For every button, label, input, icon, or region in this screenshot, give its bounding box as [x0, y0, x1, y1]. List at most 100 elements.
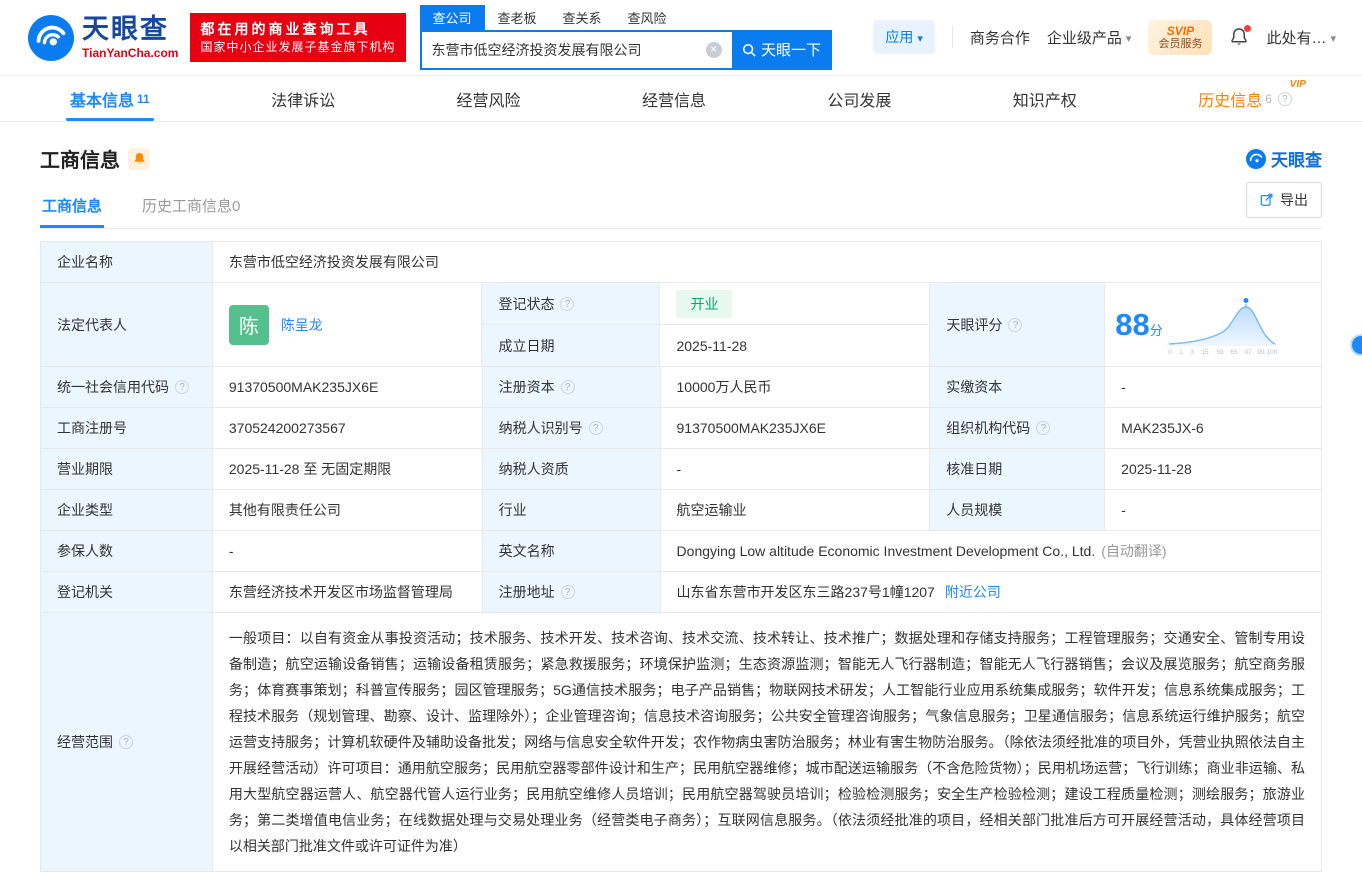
help-icon[interactable]	[1036, 421, 1051, 435]
business-cooperation-link[interactable]: 商务合作	[970, 27, 1030, 48]
label-text: 注册资本	[498, 379, 555, 395]
nearby-companies-link[interactable]: 附近公司	[945, 582, 1001, 602]
field-label-reg-capital: 注册资本	[482, 367, 661, 408]
logo-domain: TianYanCha.com	[82, 45, 179, 60]
label-text: 登记状态	[498, 295, 555, 312]
header: 天眼查 TianYanCha.com 都在用的商业查询工具 国家中小企业发展子基…	[0, 0, 1362, 76]
table-row: 企业类型 其他有限责任公司 行业 航空运输业 人员规模 -	[41, 490, 1322, 531]
svip-sublabel: 会员服务	[1158, 38, 1203, 51]
table-row: 法定代表人 陈 陈呈龙 登记状态 开业 成立日期 2025-11-28	[41, 283, 1322, 367]
field-value-org-code: MAK235JX-6	[1105, 408, 1322, 449]
field-label-approval-date: 核准日期	[930, 449, 1106, 490]
notifications-button[interactable]	[1229, 25, 1252, 47]
help-icon[interactable]	[560, 585, 575, 599]
export-label: 导出	[1280, 192, 1308, 208]
help-icon[interactable]	[175, 380, 189, 394]
enterprise-products-link[interactable]: 企业级产品	[1047, 27, 1132, 48]
notification-dot	[1244, 25, 1252, 33]
apps-label: 应用	[885, 29, 914, 46]
field-label-taxpayer-quality: 纳税人资质	[482, 449, 661, 490]
tab-history-info[interactable]: VIP 历史信息 6	[1190, 76, 1306, 121]
field-label-org-code: 组织机构代码	[930, 408, 1106, 449]
svip-member-button[interactable]: SVIP 会员服务	[1148, 19, 1213, 56]
tab-operating-info[interactable]: 经营信息	[634, 76, 714, 121]
svg-text:99: 99	[1257, 349, 1265, 356]
tianyancha-logo[interactable]: 天眼查 TianYanCha.com	[28, 13, 179, 61]
tab-label: 经营信息	[641, 92, 706, 110]
field-value-insured: -	[212, 531, 483, 572]
label-text: 统一社会信用代码	[57, 379, 169, 395]
search-input[interactable]	[421, 41, 696, 58]
tab-company-development[interactable]: 公司发展	[819, 76, 899, 121]
field-value-credit-code: 91370500MAK235JX6E	[212, 367, 483, 408]
svg-text:15: 15	[1201, 349, 1209, 356]
field-value-establish-date: 2025-11-28	[660, 325, 931, 367]
export-icon	[1260, 193, 1273, 206]
tab-basic-info[interactable]: 基本信息 11	[62, 76, 158, 121]
floating-widget[interactable]	[1350, 334, 1362, 356]
subtab-business-info[interactable]: 工商信息	[40, 189, 105, 228]
export-button[interactable]: 导出	[1246, 182, 1322, 218]
tab-legal-proceedings[interactable]: 法律诉讼	[263, 76, 343, 121]
field-value-reg-number: 370524200273567	[212, 408, 483, 449]
logo-cn: 天眼查	[82, 13, 169, 44]
tab-count: 11	[137, 91, 150, 106]
help-icon[interactable]	[560, 380, 575, 394]
field-label-credit-code: 统一社会信用代码	[41, 367, 213, 408]
search-tab-risk[interactable]: 查风险	[615, 5, 680, 30]
table-row: 参保人数 - 英文名称 Dongying Low altitude Econom…	[41, 531, 1322, 572]
search-box: 天眼一下	[419, 29, 832, 70]
english-name-text: Dongying Low altitude Economic Investmen…	[676, 543, 1096, 559]
help-icon[interactable]	[560, 296, 575, 311]
search-button[interactable]: 天眼一下	[731, 29, 832, 70]
tianyancha-logo-icon	[28, 14, 74, 61]
label-text: 组织机构代码	[946, 420, 1031, 436]
top-nav: 应用 商务合作 企业级产品 SVIP 会员服务 此处有…	[873, 19, 1336, 56]
field-label-scope: 经营范围	[41, 613, 213, 872]
divider	[951, 26, 953, 49]
table-row: 经营范围 一般项目：以自有资金从事投资活动；技术服务、技术开发、技术咨询、技术交…	[41, 613, 1322, 872]
chevron-down-icon	[1330, 29, 1336, 46]
tab-label: 基本信息	[70, 92, 135, 110]
table-row: 登记状态 开业	[482, 283, 931, 325]
legal-rep-link[interactable]: 陈呈龙	[281, 315, 323, 335]
search-area: 查公司 查老板 查关系 查风险 天眼一下	[419, 4, 832, 70]
tab-label: 历史信息	[1198, 92, 1263, 110]
field-label-legal-rep: 法定代表人	[41, 283, 213, 367]
search-tab-company[interactable]: 查公司	[419, 4, 485, 30]
svg-text:50: 50	[1216, 349, 1224, 356]
tab-label: 法律诉讼	[271, 92, 336, 110]
field-label-address: 注册地址	[482, 572, 661, 613]
field-value-company-name: 东营市低空经济投资发展有限公司	[212, 242, 1322, 283]
tab-label: 公司发展	[827, 92, 892, 110]
tab-intellectual-property[interactable]: 知识产权	[1005, 76, 1085, 121]
help-icon[interactable]	[1008, 317, 1023, 332]
slogan-line1: 都在用的商业查询工具	[200, 20, 371, 37]
search-tab-relation[interactable]: 查关系	[550, 5, 615, 30]
user-menu-label: 此处有…	[1266, 29, 1327, 47]
legal-rep-avatar[interactable]: 陈	[228, 304, 269, 345]
field-value-scope: 一般项目：以自有资金从事投资活动；技术服务、技术开发、技术咨询、技术交流、技术转…	[212, 613, 1322, 872]
table-row: 企业名称 东营市低空经济投资发展有限公司	[41, 242, 1322, 283]
help-icon[interactable]	[119, 735, 133, 749]
help-icon[interactable]	[588, 421, 603, 435]
field-label-staff-size: 人员规模	[930, 490, 1106, 531]
field-value-legal-rep: 陈 陈呈龙	[212, 283, 483, 367]
score-number: 88	[1115, 306, 1150, 342]
user-menu[interactable]: 此处有…	[1266, 27, 1336, 48]
subscribe-bell-button[interactable]	[128, 147, 150, 170]
tab-operating-risk[interactable]: 经营风险	[449, 76, 529, 121]
chevron-down-icon	[917, 29, 923, 45]
tianyancha-logo-icon	[1246, 148, 1266, 169]
search-tab-boss[interactable]: 查老板	[485, 5, 550, 30]
field-value-address: 山东省东营市开发区东三路237号1幢1207 附近公司	[660, 572, 1322, 613]
tab-label: 知识产权	[1012, 92, 1077, 110]
table-row: 统一社会信用代码 91370500MAK235JX6E 注册资本 10000万人…	[41, 367, 1322, 408]
score-unit: 分	[1149, 322, 1163, 338]
help-icon[interactable]	[1277, 91, 1292, 106]
subtab-history-business-info[interactable]: 历史工商信息0	[140, 189, 242, 228]
section-title: 工商信息	[40, 150, 120, 172]
apps-button[interactable]: 应用	[873, 20, 935, 55]
clear-icon[interactable]	[705, 41, 722, 58]
main-content: 工商信息 天眼查 工商信息 历史工商信息0 导出 企业名称 东营市低空经济投资发…	[0, 144, 1362, 872]
